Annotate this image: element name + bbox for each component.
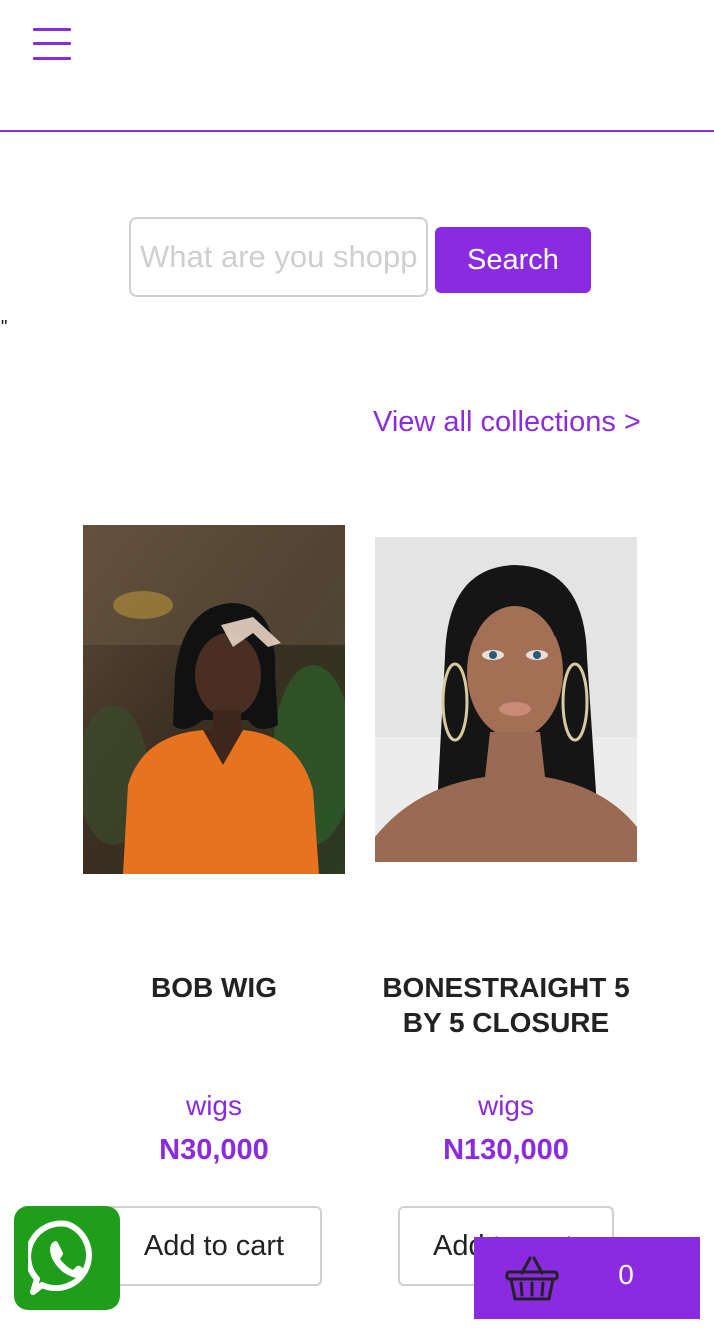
cart-basket-button[interactable]: 0 bbox=[474, 1237, 700, 1319]
add-to-cart-button[interactable]: Add to cart bbox=[106, 1206, 322, 1286]
search-button[interactable]: Search bbox=[435, 227, 591, 293]
view-all-collections-link[interactable]: View all collections > bbox=[373, 406, 641, 439]
basket-icon bbox=[505, 1256, 559, 1301]
product-category: wigs bbox=[185, 1090, 242, 1121]
product-image-bonestraight-closure[interactable] bbox=[375, 537, 637, 862]
search-input[interactable] bbox=[129, 217, 428, 297]
stray-quote-text: " bbox=[1, 317, 8, 337]
product-image-bob-wig[interactable] bbox=[83, 525, 345, 874]
product-price: N130,000 bbox=[443, 1134, 569, 1166]
hamburger-menu-icon[interactable] bbox=[33, 26, 71, 62]
product-photo-bob-wig bbox=[83, 525, 345, 874]
cart-count: 0 bbox=[618, 1259, 634, 1290]
menu-line bbox=[33, 28, 71, 31]
menu-line bbox=[33, 57, 71, 60]
product-price: N30,000 bbox=[159, 1134, 269, 1166]
product-title[interactable]: BONESTRAIGHT 5 BY 5 CLOSURE bbox=[360, 970, 652, 1040]
whatsapp-icon bbox=[28, 1220, 92, 1295]
site-header bbox=[0, 0, 714, 132]
product-category: wigs bbox=[477, 1090, 534, 1121]
whatsapp-button[interactable] bbox=[14, 1206, 120, 1310]
product-title[interactable]: BOB WIG bbox=[68, 970, 360, 1005]
product-photo-bonestraight-closure bbox=[375, 537, 637, 862]
menu-line bbox=[33, 42, 71, 45]
